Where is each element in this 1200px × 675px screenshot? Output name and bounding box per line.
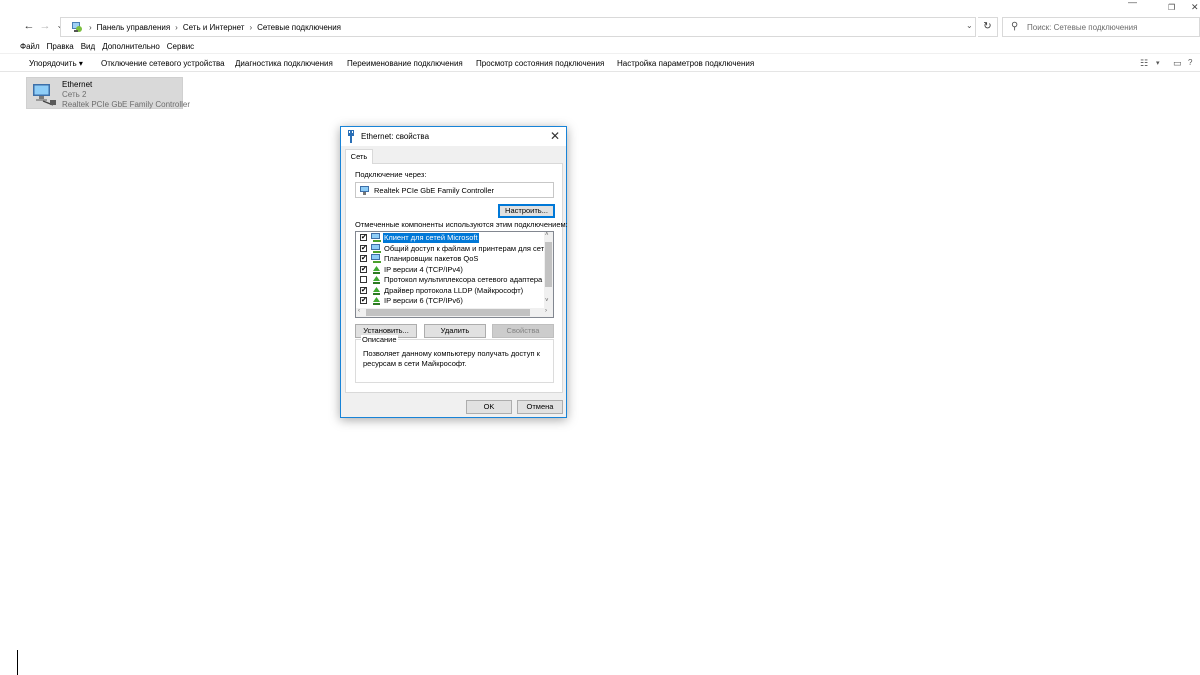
- forward-icon[interactable]: →: [38, 19, 52, 33]
- vertical-scrollbar[interactable]: ˄ ˅: [544, 232, 553, 308]
- list-item[interactable]: ✔ Драйвер протокола LLDP (Майкрософт): [359, 286, 545, 297]
- view-dropdown-icon[interactable]: ▾: [1156, 59, 1160, 67]
- search-input[interactable]: ⚲ Поиск: Сетевые подключения: [1002, 17, 1200, 37]
- connection-adapter: Realtek PCIe GbE Family Controller: [62, 100, 191, 109]
- protocol-icon: [373, 265, 380, 274]
- back-icon[interactable]: ←: [22, 19, 36, 33]
- component-label: IP версии 4 (TCP/IPv4): [384, 264, 463, 274]
- list-item[interactable]: ✔ Клиент для сетей Microsoft: [359, 233, 545, 244]
- address-row: ← → ⌄ ↑ › Панель управления › Сеть и Инт…: [0, 16, 1200, 38]
- change-settings-button[interactable]: Настройка параметров подключения: [617, 59, 754, 68]
- minimize-button[interactable]: —: [1128, 0, 1137, 7]
- adapter-name: Realtek PCIe GbE Family Controller: [374, 186, 495, 195]
- address-dropdown-icon[interactable]: ⌄: [966, 21, 973, 30]
- connect-using-label: Подключение через:: [355, 170, 427, 179]
- description-text: Позволяет данному компьютеру получать до…: [363, 349, 540, 368]
- protocol-icon: [373, 276, 380, 284]
- search-placeholder: Поиск: Сетевые подключения: [1027, 23, 1138, 32]
- component-label: IP версии 6 (TCP/IPv6): [384, 296, 463, 305]
- component-checkbox[interactable]: ✔: [360, 234, 367, 241]
- scroll-left-icon[interactable]: ‹: [358, 308, 360, 314]
- component-checkbox[interactable]: ✔: [360, 297, 367, 304]
- control-panel-icon: [72, 22, 82, 32]
- search-icon: ⚲: [1011, 21, 1019, 32]
- tile-text: Ethernet Сеть 2 Realtek PCIe GbE Family …: [62, 80, 190, 110]
- qos-icon: [371, 254, 381, 263]
- horizontal-scroll-thumb[interactable]: [366, 309, 530, 316]
- list-item[interactable]: ✔ Общий доступ к файлам и принтерам для …: [359, 243, 553, 255]
- network-client-icon: [371, 233, 381, 242]
- components-label: Отмеченные компоненты используются этим …: [355, 220, 568, 229]
- component-checkbox[interactable]: [360, 276, 367, 283]
- dialog-title: Ethernet: свойства: [361, 132, 430, 141]
- close-window-button[interactable]: ✕: [1191, 2, 1199, 13]
- cancel-button[interactable]: Отмена: [517, 400, 563, 414]
- organize-button[interactable]: Упорядочить ▾: [29, 59, 83, 68]
- help-icon[interactable]: ?: [1188, 58, 1192, 67]
- view-options-icon[interactable]: ☷: [1140, 58, 1148, 69]
- network-adapter-icon: [360, 186, 369, 195]
- component-label: Планировщик пакетов QoS: [384, 254, 479, 263]
- description-group: Описание Позволяет данному компьютеру по…: [355, 335, 554, 383]
- component-checkbox[interactable]: ✔: [360, 244, 367, 252]
- network-adapter-icon: [33, 84, 56, 106]
- list-item[interactable]: ✔ IP версии 6 (TCP/IPv6): [359, 296, 545, 307]
- tab-network[interactable]: Сеть: [345, 149, 373, 164]
- breadcrumb-separator[interactable]: ›: [249, 23, 252, 32]
- breadcrumb-network-internet[interactable]: Сеть и Интернет: [183, 23, 245, 32]
- protocol-icon: [373, 297, 380, 305]
- list-item[interactable]: ✔ IP версии 4 (TCP/IPv4): [359, 265, 545, 276]
- component-label: Протокол мультиплексора сетевого адаптер…: [384, 275, 554, 284]
- properties-button[interactable]: Свойства: [492, 324, 554, 338]
- description-legend: Описание: [361, 335, 398, 344]
- scroll-down-icon[interactable]: ˅: [545, 298, 549, 304]
- protocol-icon: [373, 286, 380, 295]
- ethernet-properties-dialog: Ethernet: свойства ✕ Сеть Подключение че…: [340, 126, 568, 418]
- disable-device-button[interactable]: Отключение сетевого устройства: [101, 59, 225, 68]
- scroll-right-icon[interactable]: ›: [545, 308, 547, 314]
- component-label: Общий доступ к файлам и принтерам для се…: [384, 243, 554, 253]
- breadcrumb-separator[interactable]: ›: [175, 23, 178, 32]
- file-sharing-icon: [371, 243, 381, 253]
- dialog-titlebar[interactable]: Ethernet: свойства ✕: [341, 127, 566, 146]
- diagnose-connection-button[interactable]: Диагностика подключения: [235, 59, 333, 68]
- breadcrumb: › Панель управления › Сеть и Интернет › …: [71, 18, 341, 36]
- command-bar: Упорядочить ▾ Отключение сетевого устрой…: [0, 53, 1200, 72]
- dialog-close-icon[interactable]: ✕: [550, 129, 560, 143]
- adapter-field: Realtek PCIe GbE Family Controller: [355, 182, 554, 198]
- network-cable-icon: [348, 130, 354, 143]
- text-caret: [17, 650, 18, 675]
- component-label: Драйвер протокола LLDP (Майкрософт): [384, 285, 524, 295]
- component-checkbox[interactable]: ✔: [360, 286, 367, 294]
- connection-network: Сеть 2: [62, 90, 87, 99]
- connection-name: Ethernet: [62, 80, 93, 89]
- list-item[interactable]: ✔ Планировщик пакетов QoS: [359, 254, 545, 265]
- horizontal-scrollbar[interactable]: ‹ ›: [356, 308, 553, 317]
- breadcrumb-network-connections[interactable]: Сетевые подключения: [257, 23, 341, 32]
- breadcrumb-control-panel[interactable]: Панель управления: [97, 23, 171, 32]
- network-tab-panel: Подключение через: Realtek PCIe GbE Fami…: [345, 163, 568, 393]
- scroll-up-icon[interactable]: ˄: [545, 232, 549, 238]
- preview-pane-icon[interactable]: ▭: [1173, 58, 1182, 69]
- component-checkbox[interactable]: ✔: [360, 255, 367, 262]
- list-item[interactable]: Протокол мультиплексора сетевого адаптер…: [359, 275, 553, 286]
- breadcrumb-separator: ›: [89, 22, 92, 32]
- view-status-button[interactable]: Просмотр состояния подключения: [476, 59, 604, 68]
- rename-connection-button[interactable]: Переименование подключения: [347, 59, 463, 68]
- address-box[interactable]: › Панель управления › Сеть и Интернет › …: [60, 17, 976, 37]
- uninstall-button[interactable]: Удалить: [424, 324, 486, 338]
- component-checkbox[interactable]: ✔: [360, 265, 367, 273]
- restore-button[interactable]: ❐: [1168, 3, 1175, 12]
- configure-button[interactable]: Настроить...: [498, 204, 555, 218]
- vertical-scroll-thumb[interactable]: [545, 242, 552, 287]
- component-label: Клиент для сетей Microsoft: [383, 233, 479, 243]
- components-list[interactable]: ✔ Клиент для сетей Microsoft ✔ Общий дос…: [355, 231, 554, 318]
- ok-button[interactable]: OK: [466, 400, 512, 414]
- ethernet-connection-tile[interactable]: Ethernet Сеть 2 Realtek PCIe GbE Family …: [26, 77, 190, 109]
- refresh-icon[interactable]: ↻: [978, 17, 998, 37]
